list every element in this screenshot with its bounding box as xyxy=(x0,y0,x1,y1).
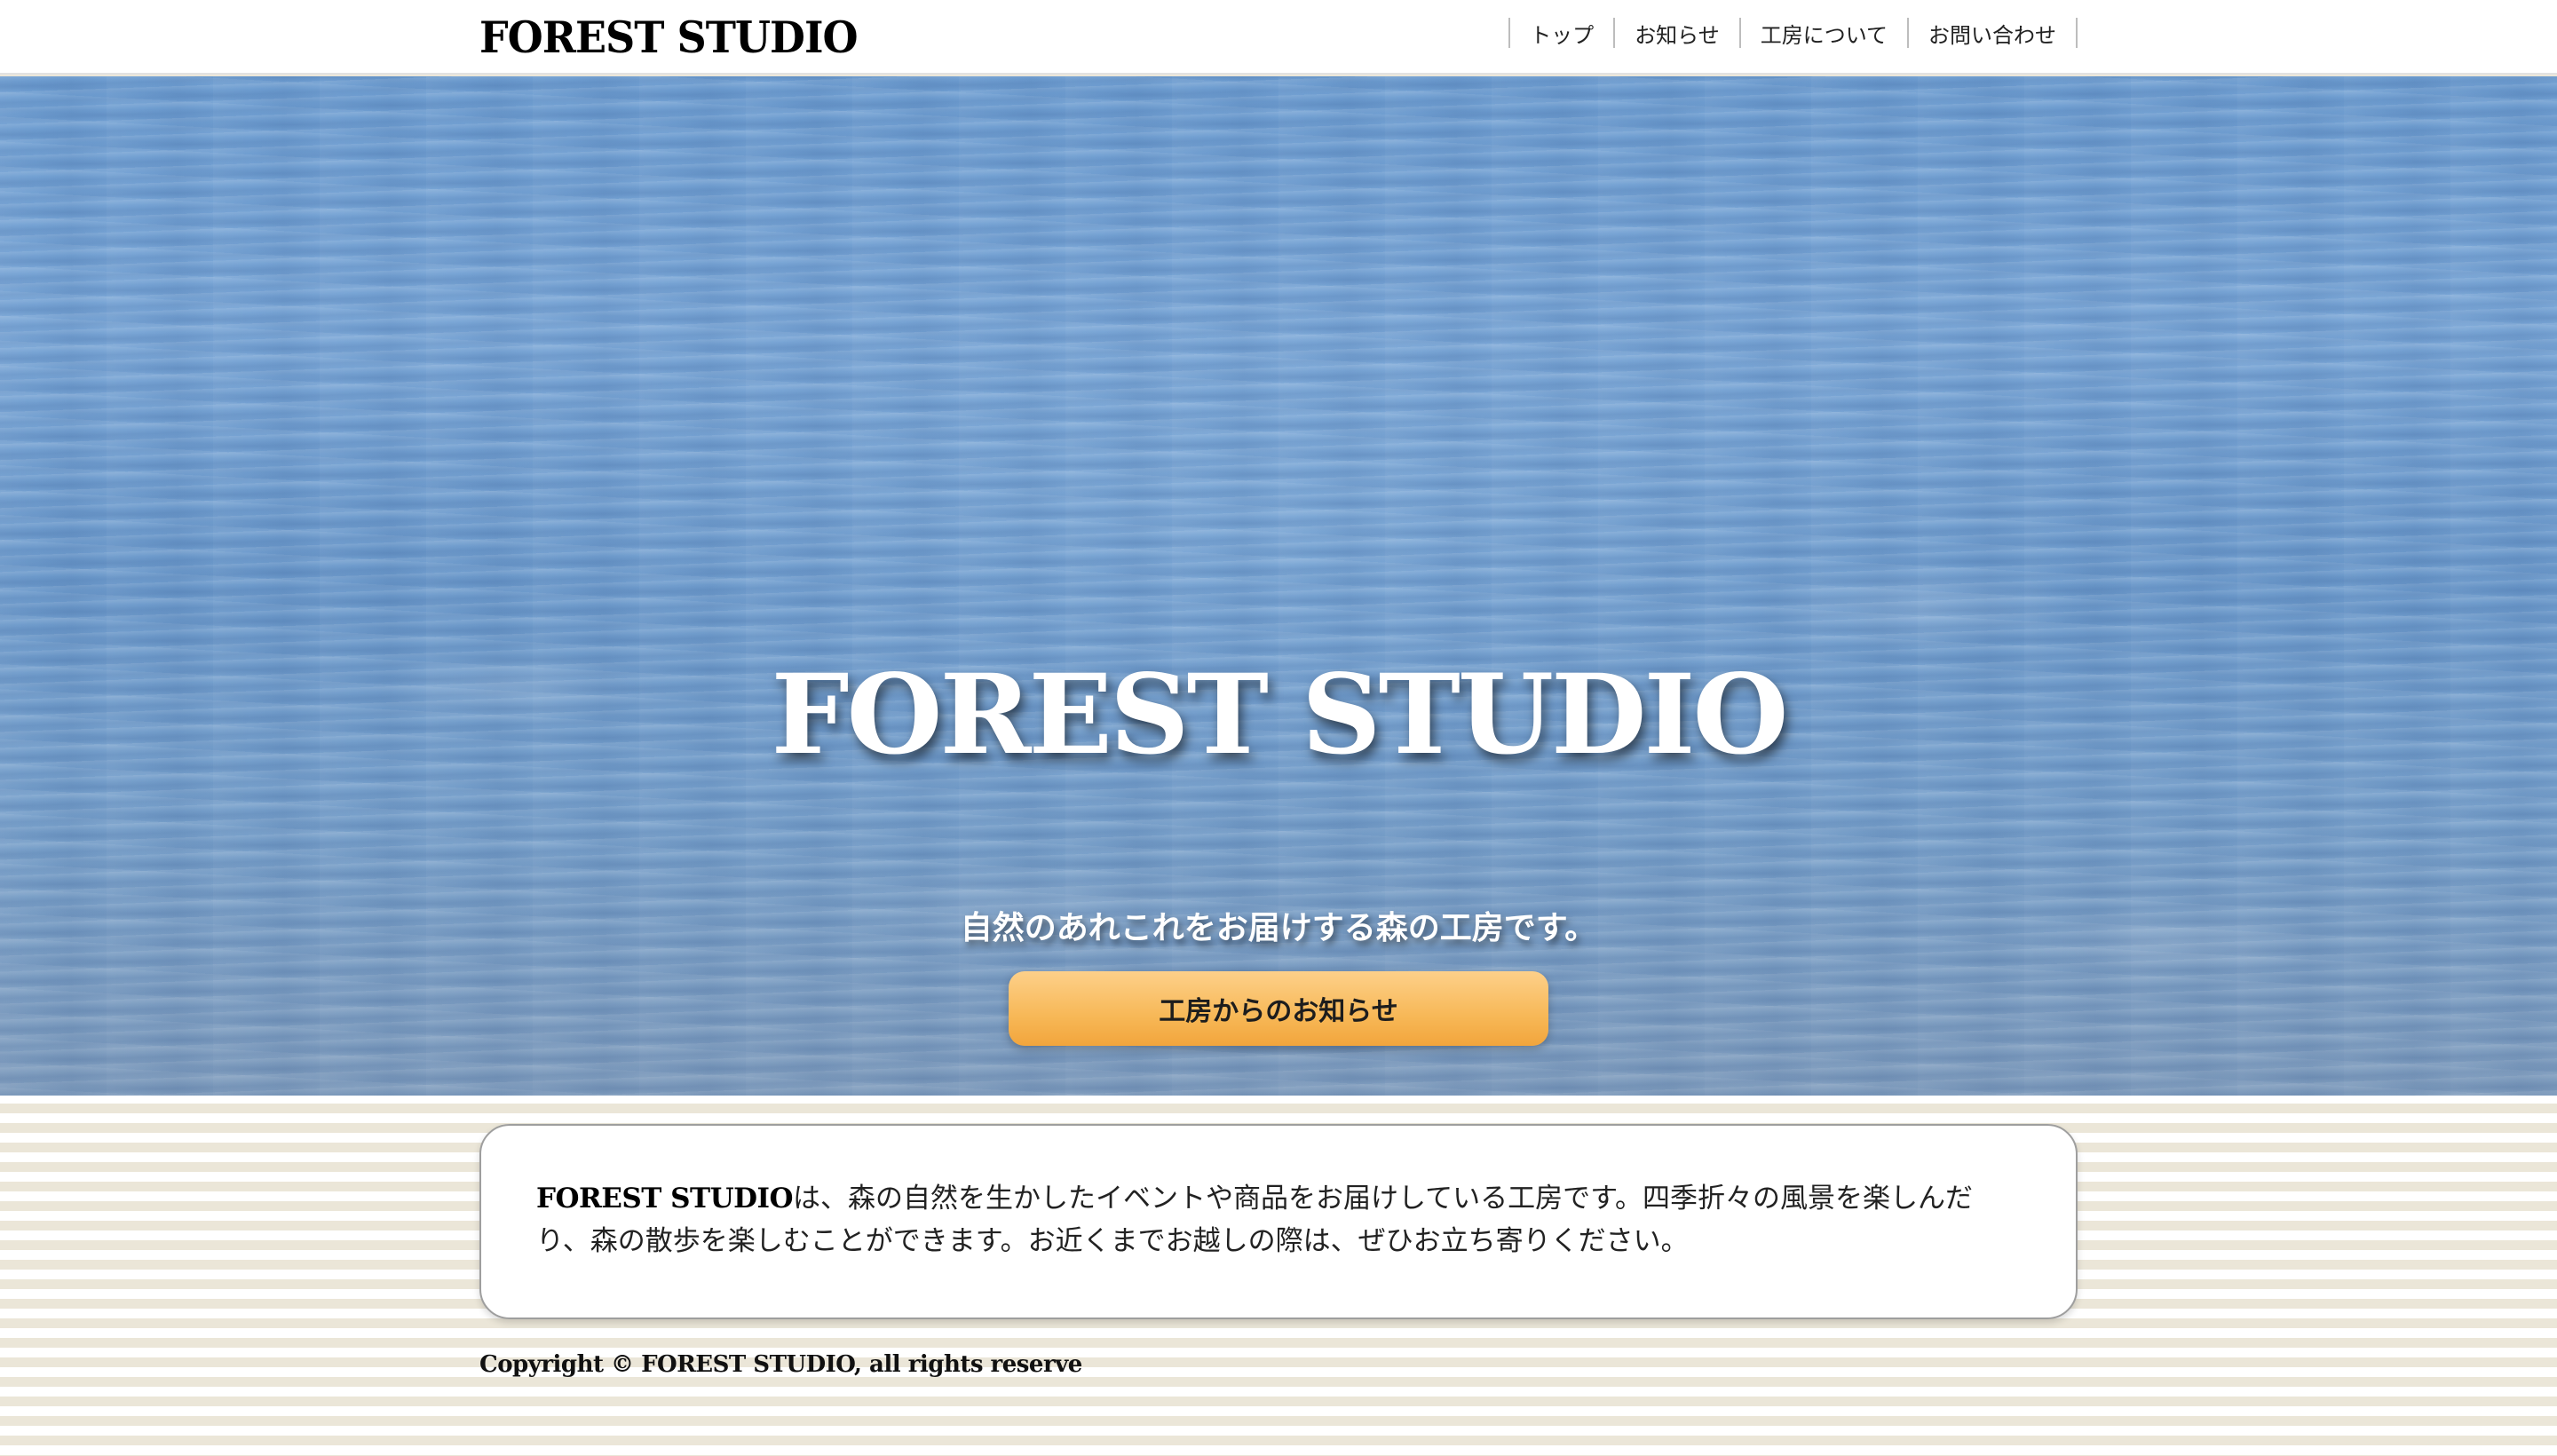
site-header: FOREST STUDIO トップ お知らせ 工房について お問い合わせ xyxy=(0,0,2557,75)
intro-text: FOREST STUDIOは、森の自然を生かしたイベントや商品をお届けしている工… xyxy=(536,1177,1978,1262)
hero-title-block: FOREST STUDIO xyxy=(771,645,1789,787)
intro-brand: FOREST STUDIO xyxy=(536,1183,794,1215)
nav-item-about[interactable]: 工房について xyxy=(1741,18,1909,48)
news-button[interactable]: 工房からのお知らせ xyxy=(1009,971,1548,1046)
global-nav: トップ お知らせ 工房について お問い合わせ xyxy=(1508,18,2078,48)
hero-title-wrapper: FOREST STUDIO xyxy=(0,645,2557,787)
nav-item-top[interactable]: トップ xyxy=(1510,18,1616,48)
hero-section: FOREST STUDIO 自然のあれこれをお届けする森の工房です。 工房からの… xyxy=(0,76,2557,1096)
hero-subtitle: 自然のあれこれをお届けする森の工房です。 xyxy=(960,910,1597,946)
intro-card: FOREST STUDIOは、森の自然を生かしたイベントや商品をお届けしている工… xyxy=(479,1124,2078,1319)
nav-item-contact[interactable]: お問い合わせ xyxy=(1909,18,2078,48)
copyright: Copyright © FOREST STUDIO, all rights re… xyxy=(479,1351,1082,1378)
hero-title: FOREST STUDIO xyxy=(771,651,1788,779)
site-logo[interactable]: FOREST STUDIO xyxy=(479,10,859,66)
nav-item-news[interactable]: お知らせ xyxy=(1615,18,1741,48)
